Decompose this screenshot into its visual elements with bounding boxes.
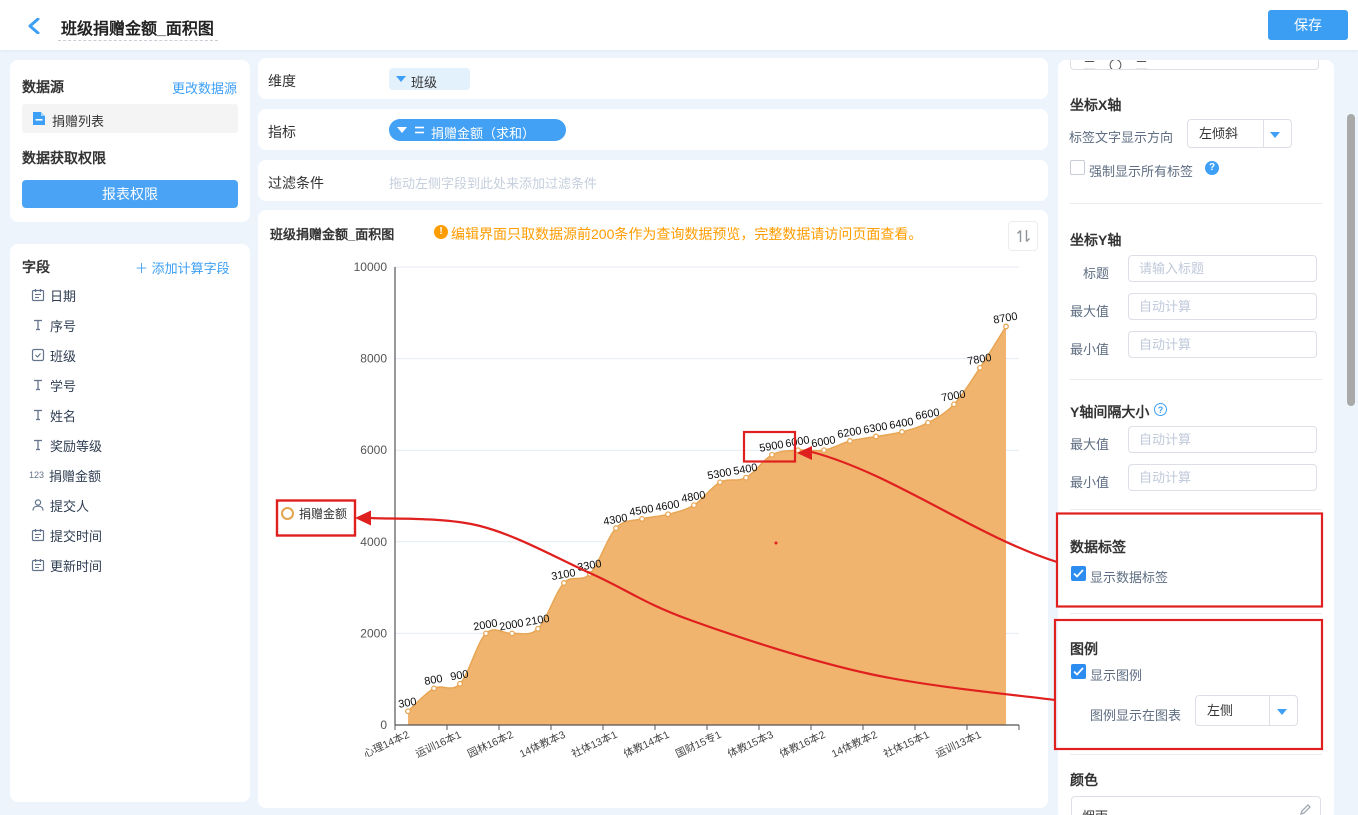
svg-text:14体教本3: 14体教本3: [517, 728, 567, 761]
svg-text:运训13本1: 运训13本1: [933, 728, 983, 761]
svg-text:社体15本1: 社体15本1: [881, 728, 931, 761]
svg-text:6000: 6000: [784, 434, 810, 450]
svg-text:800: 800: [423, 673, 443, 688]
svg-text:社体13本1: 社体13本1: [569, 728, 619, 761]
svg-text:体教14本1: 体教14本1: [621, 728, 671, 761]
svg-text:14体教本2: 14体教本2: [829, 728, 879, 761]
svg-text:体教16本2: 体教16本2: [777, 728, 827, 761]
svg-text:2000: 2000: [498, 617, 524, 633]
svg-text:体教15本3: 体教15本3: [725, 728, 775, 761]
svg-text:4000: 4000: [360, 535, 387, 549]
svg-text:心理14本2: 心理14本2: [361, 728, 411, 761]
svg-text:2000: 2000: [360, 626, 387, 640]
svg-text:0: 0: [380, 718, 387, 732]
svg-text:10000: 10000: [354, 260, 388, 274]
svg-text:国财15专1: 国财15专1: [673, 728, 723, 761]
svg-text:捐赠金额: 捐赠金额: [299, 506, 347, 521]
svg-text:园林16本2: 园林16本2: [465, 728, 515, 761]
svg-text:运训16本1: 运训16本1: [413, 728, 463, 761]
svg-text:6000: 6000: [360, 443, 387, 457]
svg-text:8000: 8000: [360, 352, 387, 366]
svg-text:6300: 6300: [862, 421, 888, 437]
svg-text:8700: 8700: [992, 311, 1018, 327]
